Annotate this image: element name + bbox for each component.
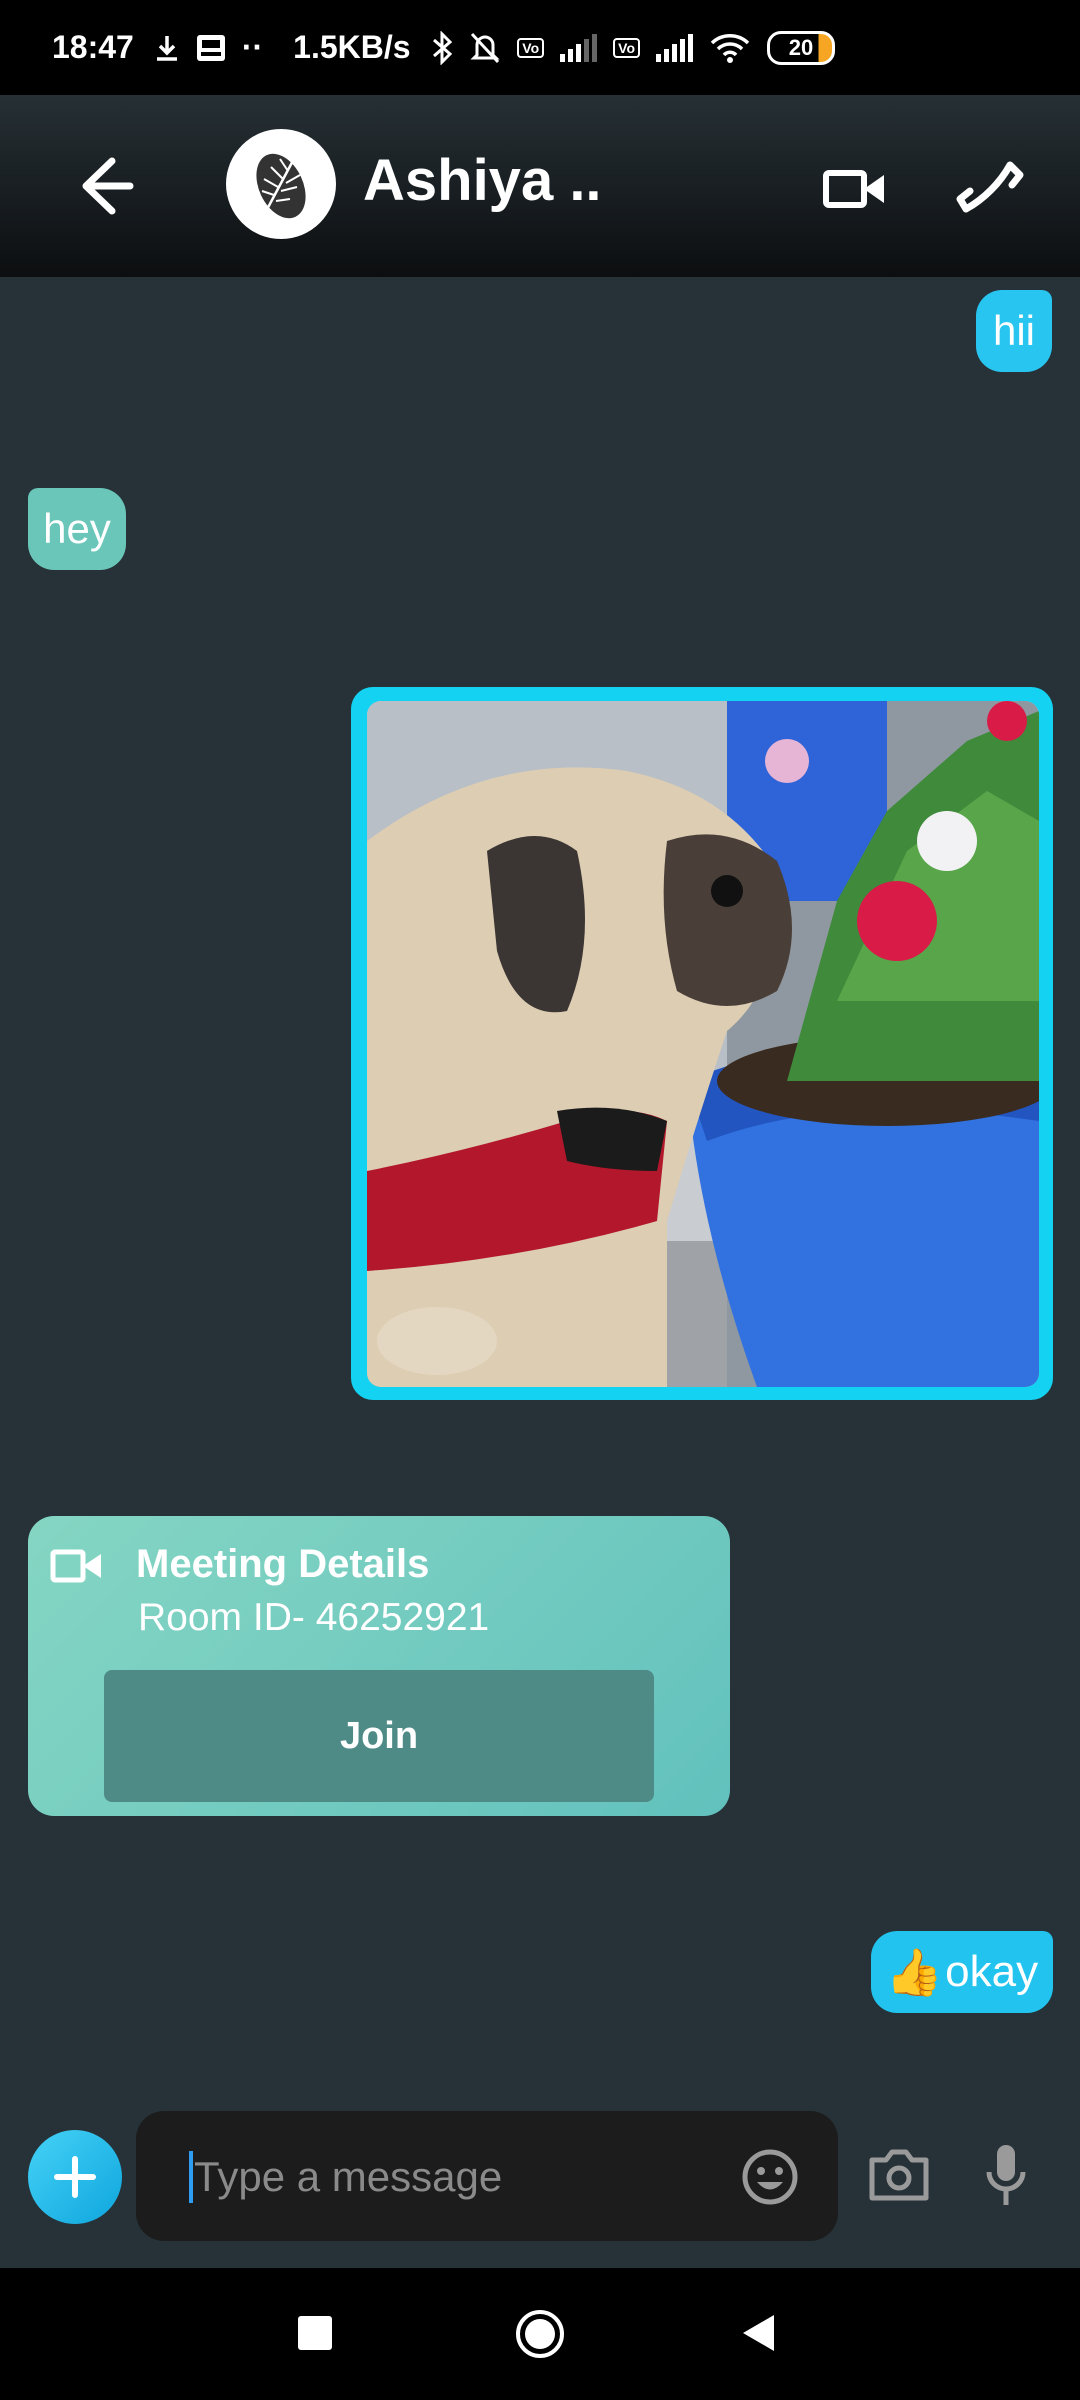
camera-icon[interactable]	[868, 2146, 930, 2202]
silent-bell-icon	[470, 32, 500, 63]
video-camera-icon	[50, 1549, 101, 1583]
received-message-bubble[interactable]: hey	[28, 488, 126, 570]
volte-badge-1: Vo	[517, 37, 545, 58]
video-camera-icon[interactable]	[820, 153, 890, 223]
thumbs-up-emoji: 👍	[885, 1945, 944, 1998]
sent-message-bubble[interactable]: 👍 okay	[871, 1931, 1053, 2013]
status-bar: 18:47 ·· 1.5KB/s Vo Vo 20	[0, 0, 1080, 95]
meeting-title: Meeting Details	[136, 1542, 430, 1586]
signal-strength-1-icon	[560, 33, 598, 62]
status-time: 18:47	[52, 29, 134, 65]
meeting-room-id: Room ID- 46252921	[138, 1596, 490, 1639]
wifi-icon	[710, 33, 750, 63]
add-attachment-button[interactable]	[28, 2130, 122, 2224]
recents-square-icon[interactable]	[298, 2316, 332, 2350]
mic-icon[interactable]	[984, 2142, 1028, 2208]
system-nav-bar	[0, 2268, 1080, 2400]
volte-badge-2: Vo	[613, 37, 640, 58]
keyboard-app-icon	[196, 34, 225, 61]
back-arrow-icon[interactable]	[68, 151, 138, 221]
bluetooth-icon	[433, 30, 453, 65]
contact-avatar[interactable]	[226, 129, 336, 239]
message-input[interactable]	[192, 2139, 716, 2215]
network-speed: 1.5KB/s	[293, 29, 411, 65]
sent-message-bubble[interactable]: hii	[976, 290, 1052, 372]
status-notification-icons: ··	[154, 29, 263, 66]
battery-indicator: 20	[767, 30, 835, 65]
pug-photo	[367, 701, 1039, 1387]
meeting-details-card: Meeting Details Room ID- 46252921 Join	[28, 1516, 730, 1816]
join-meeting-button[interactable]: Join	[104, 1670, 654, 1802]
message-text: okay	[945, 1947, 1039, 1996]
contact-name[interactable]: Ashiya ..	[363, 147, 602, 214]
signal-strength-2-icon	[656, 33, 693, 62]
phone-icon[interactable]	[950, 147, 1030, 227]
back-triangle-icon[interactable]	[740, 2312, 778, 2354]
download-icon	[156, 35, 177, 61]
leaf-avatar-image	[256, 153, 306, 219]
sent-image-message[interactable]	[351, 687, 1053, 1400]
home-circle-icon[interactable]	[514, 2308, 566, 2360]
emoji-icon[interactable]	[740, 2147, 800, 2207]
chat-header: Ashiya ..	[0, 95, 1080, 277]
message-input-container	[136, 2111, 838, 2241]
more-notifications-icon: ··	[241, 29, 264, 65]
plus-icon	[54, 2156, 96, 2198]
